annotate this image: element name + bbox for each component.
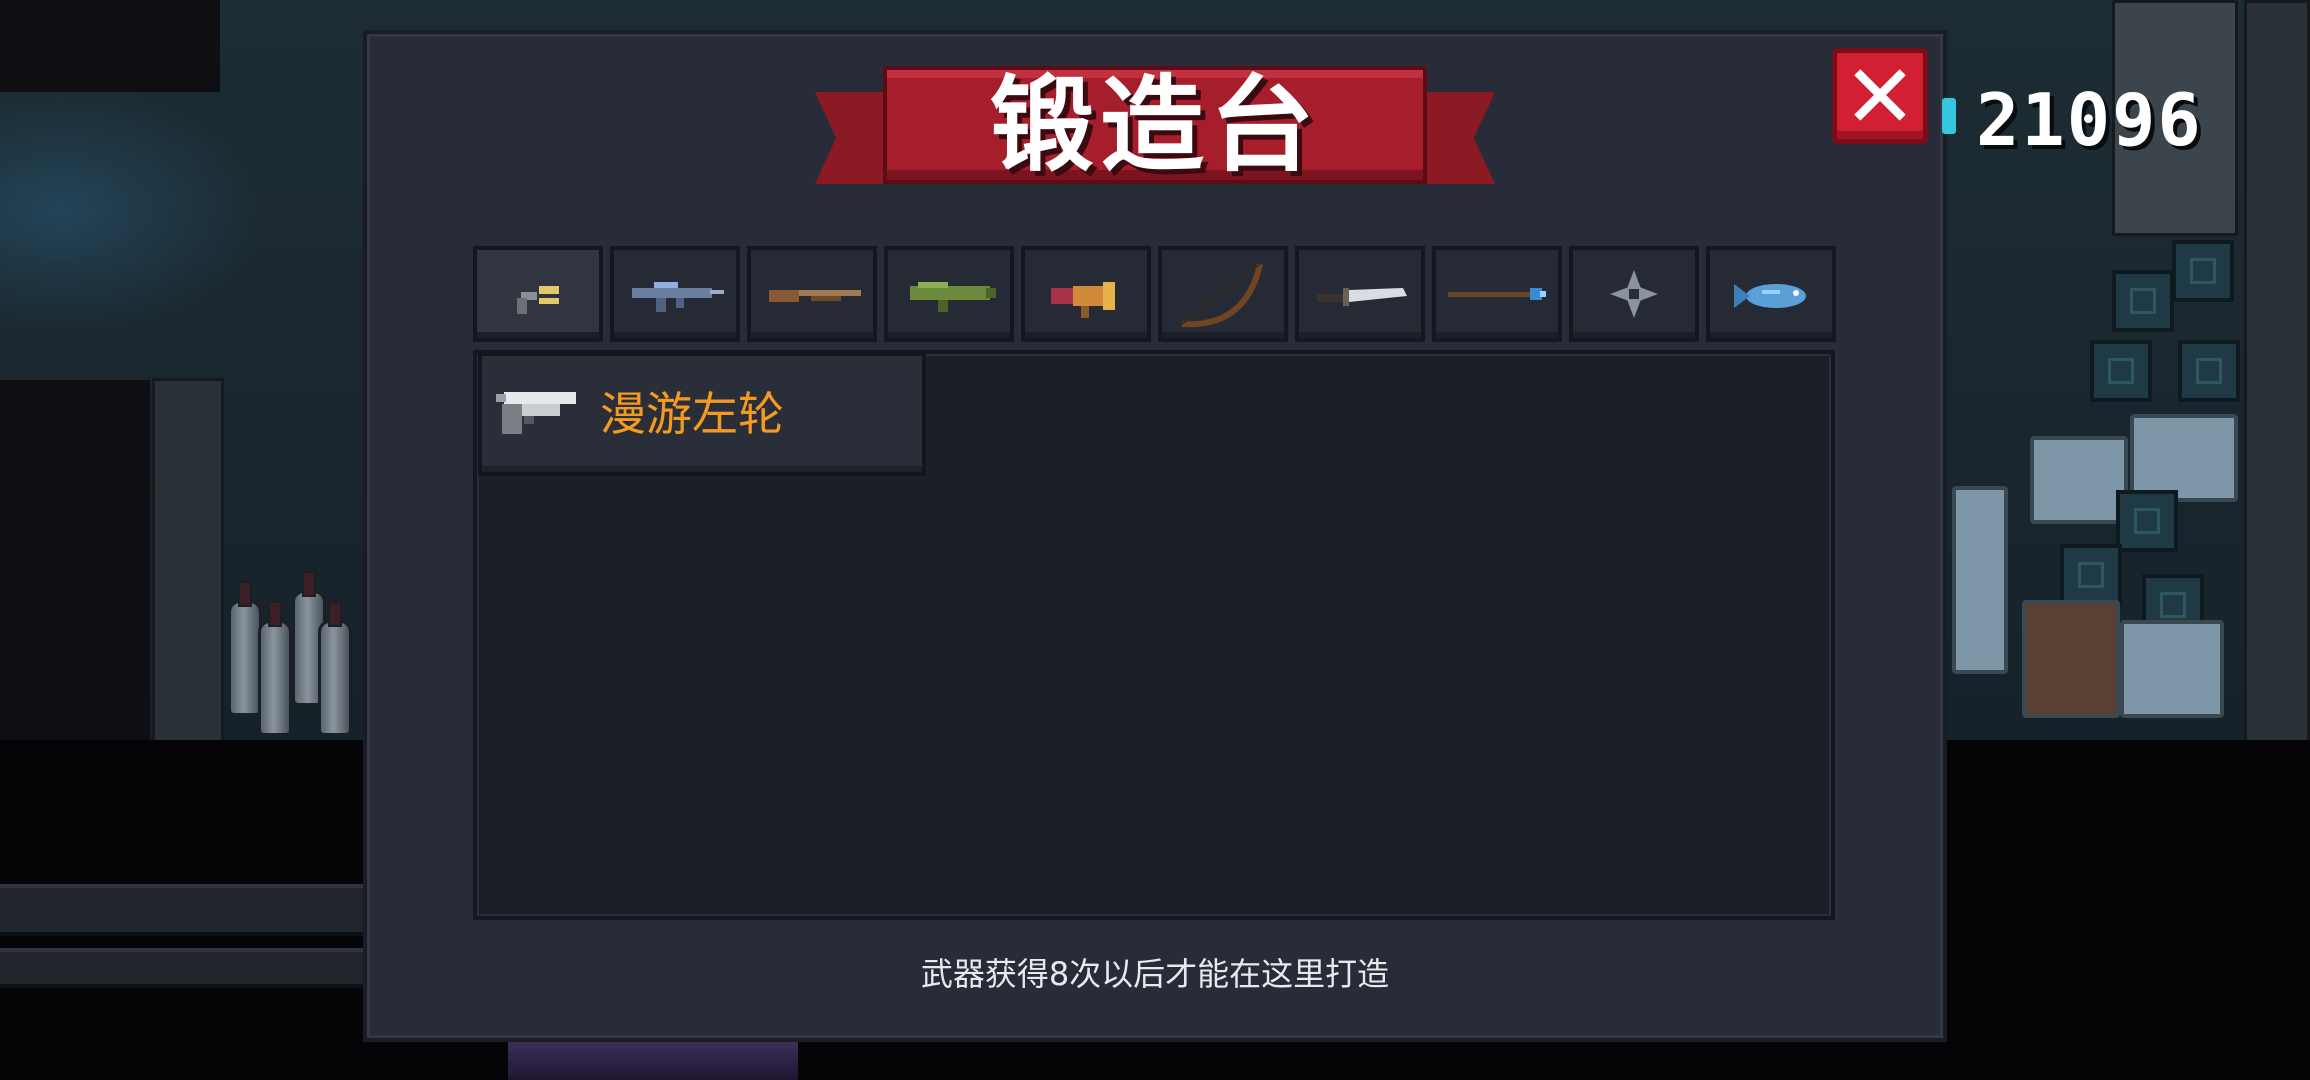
- tab-blade[interactable]: [1295, 246, 1425, 342]
- tab-other[interactable]: [1706, 246, 1836, 342]
- weapon-list-item[interactable]: 漫游左轮: [478, 352, 926, 476]
- wall-block: [0, 0, 220, 92]
- supply-crate: [2060, 544, 2122, 606]
- tab-launcher[interactable]: [884, 246, 1014, 342]
- wall-pillar: [152, 378, 224, 746]
- forge-hint-text: 武器获得8次以后才能在这里打造: [920, 955, 1390, 993]
- tab-pistol[interactable]: [473, 246, 603, 342]
- gas-tank: [318, 601, 352, 736]
- supply-crate: [2090, 340, 2152, 402]
- wall-pillar: [2244, 0, 2310, 746]
- tab-throwing[interactable]: [1569, 246, 1699, 342]
- metal-cart: [2130, 414, 2238, 502]
- supply-crate: [2178, 340, 2240, 402]
- shuriken-icon: [1610, 270, 1658, 318]
- weapon-name: 漫游左轮: [600, 387, 784, 441]
- shotgun-icon: [769, 290, 861, 302]
- metal-cart: [2120, 620, 2224, 718]
- revolver-icon: [496, 392, 576, 434]
- wall-block: [0, 380, 150, 740]
- tab-special[interactable]: [1021, 246, 1151, 342]
- close-button[interactable]: ✕: [1832, 45, 1928, 148]
- pistol-icon: [517, 286, 559, 314]
- assault-rifle-icon: [632, 282, 724, 312]
- sword-icon: [1317, 288, 1407, 306]
- tab-bow[interactable]: [1158, 246, 1288, 342]
- tab-rifle[interactable]: [610, 246, 740, 342]
- bow-icon: [1181, 263, 1263, 328]
- purple-doorway: [508, 1042, 798, 1080]
- supply-crate: [2112, 270, 2174, 332]
- metal-cart: [2022, 600, 2120, 718]
- supply-crate: [2116, 490, 2178, 552]
- gem-icon: [1942, 98, 1956, 134]
- tab-staff[interactable]: [1432, 246, 1562, 342]
- rocket-launcher-icon: [910, 282, 996, 312]
- weapon-category-tabs: [473, 246, 1836, 342]
- fish-icon: [1734, 284, 1806, 308]
- gas-tank: [258, 601, 292, 736]
- floor-rail: [0, 884, 363, 936]
- forge-title: 锻造台: [989, 64, 1320, 186]
- tab-shotgun[interactable]: [747, 246, 877, 342]
- metal-cart: [2030, 436, 2128, 524]
- staff-icon: [1448, 288, 1546, 300]
- floor-rail: [0, 948, 363, 988]
- currency-amount: 21096: [1976, 78, 2203, 162]
- title-banner: 锻造台: [815, 66, 1495, 216]
- close-icon: ✕: [1843, 45, 1917, 148]
- workbench: [1952, 486, 2008, 674]
- flare-gun-icon: [1051, 282, 1115, 318]
- gas-tank: [228, 581, 262, 716]
- supply-crate: [2172, 240, 2234, 302]
